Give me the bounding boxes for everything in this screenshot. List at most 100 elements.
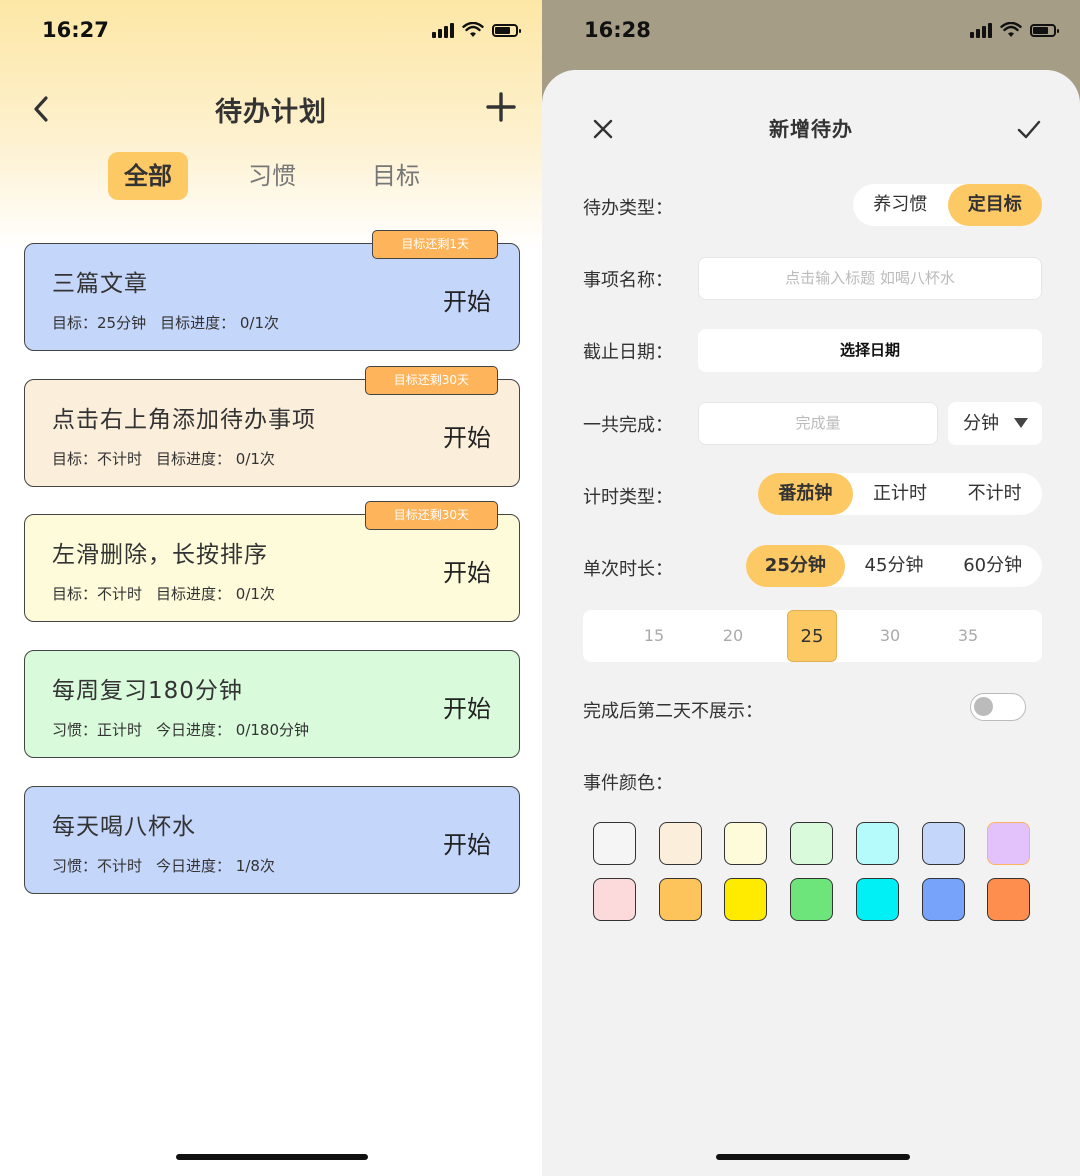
status-icons: [970, 22, 1059, 38]
color-swatch[interactable]: [987, 822, 1031, 865]
color-swatch[interactable]: [593, 822, 636, 865]
todo-type: 目标：不计时: [52, 450, 143, 468]
status-bar: 16:27: [0, 18, 542, 48]
todo-card[interactable]: 三篇文章 目标：25分钟 目标进度： 0/1次 开始 目标还剩1天: [24, 230, 520, 351]
todo-type-label: 待办类型：: [583, 198, 673, 219]
color-swatch[interactable]: [658, 878, 702, 921]
add-todo-sheet: 新增待办 待办类型： 养习惯 定目标 事项名称： 点击输入标题 如喝八杯水 截止…: [542, 70, 1080, 1176]
timer-option-untimed[interactable]: 不计时: [947, 473, 1042, 515]
color-swatch[interactable]: [593, 878, 636, 921]
deadline-label: 截止日期：: [583, 342, 673, 363]
todo-meta: 目标：25分钟 目标进度： 0/1次: [52, 312, 293, 333]
todo-type: 目标：25分钟: [52, 314, 147, 332]
deadline-badge: 目标还剩1天: [372, 230, 498, 259]
status-bar: 16:28: [542, 18, 1080, 48]
todo-meta: 目标：不计时 目标进度： 0/1次: [52, 448, 289, 469]
cellular-signal-icon: [970, 22, 992, 38]
todo-meta: 目标：不计时 目标进度： 0/1次: [52, 583, 289, 604]
deadline-badge: 目标还剩30天: [364, 501, 498, 530]
duration-option-25[interactable]: 25分钟: [746, 545, 845, 587]
color-swatch[interactable]: [790, 822, 834, 865]
picker-value[interactable]: 25: [787, 610, 837, 662]
color-swatch[interactable]: [921, 878, 965, 921]
color-swatch[interactable]: [855, 822, 899, 865]
todo-title: 每天喝八杯水: [52, 814, 196, 840]
status-time: 16:27: [42, 18, 109, 42]
tab-all[interactable]: 全部: [108, 152, 188, 200]
timer-option-pomodoro[interactable]: 番茄钟: [758, 473, 853, 515]
type-option-goal[interactable]: 定目标: [947, 184, 1042, 226]
home-indicator[interactable]: [176, 1154, 368, 1160]
todo-card[interactable]: 每天喝八杯水 习惯：不计时 今日进度： 1/8次 开始: [24, 786, 520, 894]
todo-card[interactable]: 每周复习180分钟 习惯：正计时 今日进度： 0/180分钟 开始: [24, 650, 520, 758]
color-swatch[interactable]: [855, 878, 899, 921]
todo-progress: 目标进度： 0/1次: [156, 585, 275, 603]
start-button[interactable]: 开始: [443, 418, 491, 453]
color-swatch[interactable]: [921, 822, 965, 865]
start-button[interactable]: 开始: [443, 689, 491, 724]
plus-icon[interactable]: [484, 90, 518, 124]
todo-type-segment: 养习惯 定目标: [853, 184, 1042, 226]
cellular-signal-icon: [432, 22, 454, 38]
todo-meta: 习惯：不计时 今日进度： 1/8次: [52, 855, 289, 876]
timer-option-count-up[interactable]: 正计时: [853, 473, 948, 515]
wifi-icon: [1000, 22, 1022, 37]
start-button[interactable]: 开始: [443, 825, 491, 860]
duration-option-45[interactable]: 45分钟: [845, 545, 944, 587]
battery-icon: [1030, 23, 1059, 37]
deadline-badge: 目标还剩30天: [364, 366, 498, 395]
color-swatch[interactable]: [724, 822, 768, 865]
todo-title: 每周复习180分钟: [52, 678, 243, 704]
color-swatch[interactable]: [790, 878, 834, 921]
timer-type-segment: 番茄钟 正计时 不计时: [758, 473, 1042, 515]
unit-value: 分钟: [963, 413, 999, 434]
tab-goal[interactable]: 目标: [356, 152, 436, 200]
event-color-label: 事件颜色：: [583, 773, 673, 794]
tab-habit[interactable]: 习惯: [232, 152, 312, 200]
todo-type: 习惯：不计时: [52, 857, 143, 875]
status-time: 16:28: [584, 18, 651, 42]
timer-type-label: 计时类型：: [583, 487, 673, 508]
picker-value[interactable]: 35: [943, 610, 993, 662]
type-option-habit[interactable]: 养习惯: [853, 184, 948, 226]
item-name-input[interactable]: 点击输入标题 如喝八杯水: [698, 257, 1042, 300]
add-todo-screen: 16:28 新增待办 待办类型： 养习惯 定目标 事项名称： 点击输入标题 如喝…: [542, 0, 1080, 1176]
picker-value[interactable]: 30: [865, 610, 915, 662]
item-name-label: 事项名称：: [583, 270, 673, 291]
page-title: 待办计划: [215, 97, 327, 128]
todo-title: 左滑删除，长按排序: [52, 542, 268, 568]
picker-value[interactable]: 15: [629, 610, 679, 662]
todo-progress: 目标进度： 0/1次: [156, 450, 275, 468]
toggle-knob: [974, 697, 993, 716]
todo-meta: 习惯：正计时 今日进度： 0/180分钟: [52, 719, 323, 740]
color-swatch[interactable]: [724, 878, 768, 921]
color-swatch[interactable]: [658, 822, 702, 865]
checkmark-icon[interactable]: [1016, 118, 1042, 140]
home-indicator[interactable]: [716, 1154, 910, 1160]
start-button[interactable]: 开始: [443, 282, 491, 317]
todo-type: 习惯：正计时: [52, 721, 143, 739]
todo-plan-screen: 16:27 待办计划 全部 习惯 目标 三篇文章 目标：25分钟 目标进度： 0/…: [0, 0, 542, 1176]
color-swatch[interactable]: [987, 878, 1031, 921]
status-icons: [432, 22, 521, 38]
picker-value[interactable]: 20: [708, 610, 758, 662]
sheet-title: 新增待办: [769, 117, 853, 141]
duration-segment: 25分钟 45分钟 60分钟: [746, 545, 1042, 587]
select-date-button[interactable]: 选择日期: [698, 329, 1042, 372]
todo-title: 三篇文章: [52, 271, 148, 297]
start-button[interactable]: 开始: [443, 553, 491, 588]
todo-progress: 今日进度： 1/8次: [156, 857, 275, 875]
todo-type: 目标：不计时: [52, 585, 143, 603]
caret-down-icon: [1014, 418, 1028, 428]
battery-icon: [492, 23, 521, 37]
hide-next-day-toggle[interactable]: [970, 693, 1026, 721]
unit-dropdown[interactable]: 分钟: [948, 402, 1042, 445]
duration-option-60[interactable]: 60分钟: [943, 545, 1042, 587]
hide-next-day-label: 完成后第二天不展示：: [583, 701, 763, 722]
todo-progress: 今日进度： 0/180分钟: [156, 721, 310, 739]
total-amount-input[interactable]: 完成量: [698, 402, 938, 445]
total-label: 一共完成：: [583, 415, 673, 436]
todo-card[interactable]: 点击右上角添加待办事项 目标：不计时 目标进度： 0/1次 开始 目标还剩30天: [24, 366, 520, 487]
minute-picker[interactable]: 15 20 25 30 35: [583, 610, 1042, 662]
todo-card[interactable]: 左滑删除，长按排序 目标：不计时 目标进度： 0/1次 开始 目标还剩30天: [24, 501, 520, 622]
